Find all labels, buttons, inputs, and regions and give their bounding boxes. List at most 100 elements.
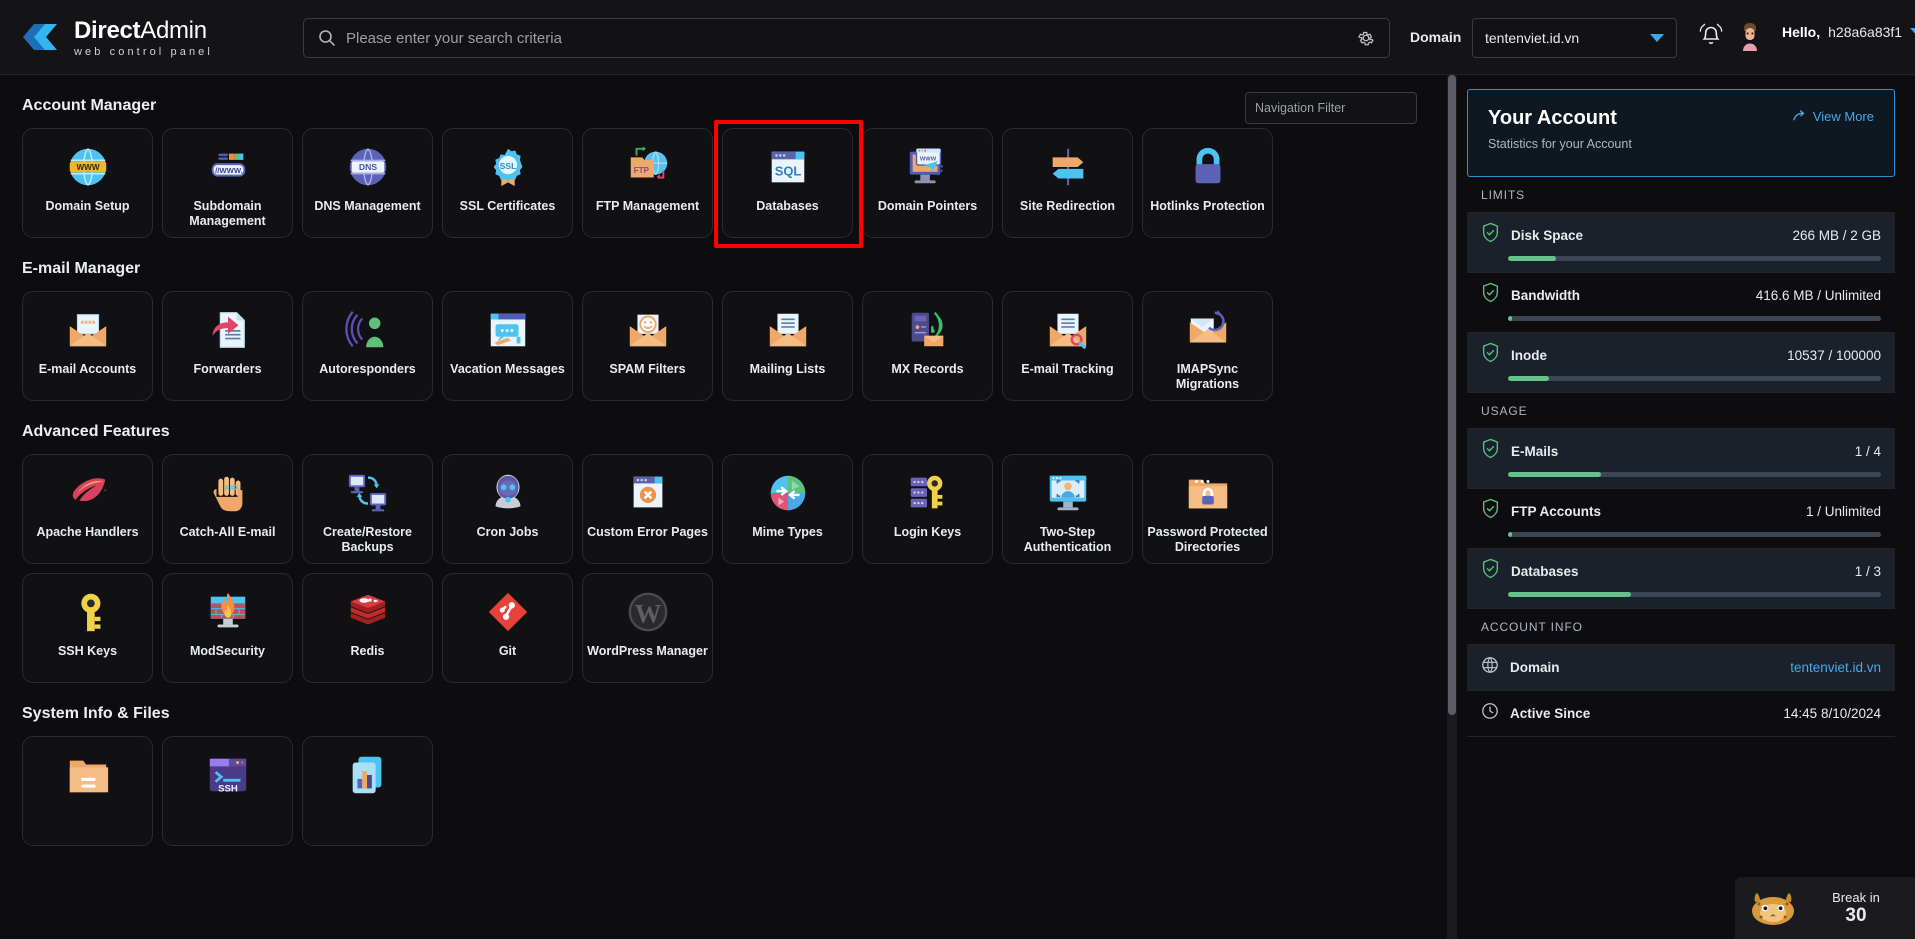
- navigation-filter[interactable]: [1245, 92, 1417, 124]
- app-card-password-protected-directories[interactable]: Password Protected Directories: [1142, 454, 1273, 564]
- brand-subtitle: web control panel: [74, 46, 213, 58]
- user-menu[interactable]: Hello, h28a6a83f1: [1782, 24, 1915, 40]
- app-card-ssl-certificates[interactable]: SSLSSL Certificates: [442, 128, 573, 238]
- app-card-e-mail-tracking[interactable]: E-mail Tracking: [1002, 291, 1133, 401]
- svg-text:DNS: DNS: [358, 162, 376, 172]
- page-body: Account Manager WWW Domain Setup //WWW.Subd…: [0, 75, 1915, 939]
- stat-label: Disk Space: [1511, 228, 1583, 243]
- app-card-site-redirection[interactable]: Site Redirection: [1002, 128, 1133, 238]
- two-monitors-sync-icon: [345, 470, 391, 516]
- envelope-search-icon: [1045, 307, 1091, 353]
- app-card-ftp-management[interactable]: FTP FTP Management: [582, 128, 713, 238]
- section-card-grid: Apache Handlers XXXCatch-All E-mail Create…: [22, 454, 1332, 683]
- app-card-git[interactable]: Git: [442, 573, 573, 683]
- main-scrollbar[interactable]: [1447, 75, 1457, 939]
- avatar[interactable]: [1735, 19, 1765, 51]
- app-card-label: Domain Setup: [41, 199, 133, 214]
- app-card-domain-pointers[interactable]: WWWDomain Pointers: [862, 128, 993, 238]
- chevron-down-icon: [1650, 34, 1664, 42]
- navigation-filter-input[interactable]: [1255, 101, 1407, 115]
- app-card-label: IMAPSync Migrations: [1143, 362, 1272, 392]
- stat-label: Databases: [1511, 564, 1579, 579]
- app-card-autoresponders[interactable]: Autoresponders: [302, 291, 433, 401]
- envelope-smiley-icon: [625, 307, 671, 353]
- app-card-ssh-keys[interactable]: SSH Keys: [22, 573, 153, 683]
- app-card-label: FTP Management: [592, 199, 703, 214]
- app-card-hotlinks-protection[interactable]: Hotlinks Protection: [1142, 128, 1273, 238]
- app-card-label: E-mail Accounts: [35, 362, 140, 377]
- globe-www-icon: WWW: [65, 144, 111, 190]
- app-card-modsecurity[interactable]: ModSecurity: [162, 573, 293, 683]
- app-card-wordpress-manager[interactable]: WWordPress Manager: [582, 573, 713, 683]
- app-card-create-restore-backups[interactable]: Create/Restore Backups: [302, 454, 433, 564]
- info-label: Active Since: [1510, 706, 1590, 721]
- app-card-e-mail-accounts[interactable]: **** E-mail Accounts: [22, 291, 153, 401]
- shield-check-icon: [1481, 222, 1500, 248]
- app-card-spam-filters[interactable]: SPAM Filters: [582, 291, 713, 401]
- app-card-cron-jobs[interactable]: Cron Jobs: [442, 454, 573, 564]
- view-more-button[interactable]: View More: [1792, 109, 1874, 124]
- scrollbar-thumb[interactable]: [1448, 75, 1456, 715]
- key-icon: [65, 589, 111, 635]
- app-card-subdomain-management[interactable]: //WWW.Subdomain Management: [162, 128, 293, 238]
- dns-globe-icon: DNS: [345, 144, 391, 190]
- brand-name-thin: Admin: [140, 17, 207, 44]
- account-sidebar: Your Account Statistics for your Account…: [1457, 75, 1915, 939]
- server-key-icon: [905, 470, 951, 516]
- stat-label: E-Mails: [1511, 444, 1558, 459]
- app-card-custom-error-pages[interactable]: Custom Error Pages: [582, 454, 713, 564]
- stat-label: Bandwidth: [1511, 288, 1580, 303]
- info-value: 14:45 8/10/2024: [1783, 706, 1881, 721]
- app-card-ssh-terminal-icon[interactable]: SSH: [162, 736, 293, 846]
- app-card-catch-all-e-mail[interactable]: XXXCatch-All E-mail: [162, 454, 293, 564]
- sections-container: Account Manager WWW Domain Setup //WWW.Subd…: [0, 97, 1447, 846]
- app-card-login-keys[interactable]: Login Keys: [862, 454, 993, 564]
- gear-icon[interactable]: [1357, 29, 1375, 47]
- app-card-domain-setup[interactable]: WWW Domain Setup: [22, 128, 153, 238]
- app-card-mime-types[interactable]: Mime Types: [722, 454, 853, 564]
- app-card-apache-handlers[interactable]: Apache Handlers: [22, 454, 153, 564]
- ftp-folder-icon: FTP: [625, 144, 671, 190]
- app-card-two-step-authentication[interactable]: Two-Step Authentication: [1002, 454, 1133, 564]
- global-search-bar[interactable]: [303, 18, 1390, 58]
- app-card-mailing-lists[interactable]: Mailing Lists: [722, 291, 853, 401]
- app-card-stats-file-icon[interactable]: [302, 736, 433, 846]
- app-card-label: DNS Management: [310, 199, 424, 214]
- greeting-prefix: Hello,: [1782, 24, 1820, 40]
- search-input[interactable]: [346, 30, 1357, 47]
- app-card-vacation-messages[interactable]: Vacation Messages: [442, 291, 573, 401]
- app-card-mx-records[interactable]: MX Records: [862, 291, 993, 401]
- brand-logo-area[interactable]: DirectAdmin web control panel: [20, 16, 290, 58]
- app-card-databases[interactable]: SQLDatabases: [722, 128, 853, 238]
- svg-text:****: ****: [80, 319, 95, 330]
- app-card-label: MX Records: [887, 362, 967, 377]
- break-label: Break in: [1809, 890, 1903, 905]
- domain-selector[interactable]: tentenviet.id.vn: [1472, 18, 1677, 58]
- app-card-label: Apache Handlers: [32, 525, 142, 540]
- app-card-label: Create/Restore Backups: [303, 525, 432, 555]
- folder-icon: [65, 752, 111, 798]
- info-value[interactable]: tentenviet.id.vn: [1790, 660, 1881, 675]
- break-reminder-widget[interactable]: Break in 30: [1735, 877, 1915, 939]
- monitor-face-scan-icon: [1045, 470, 1091, 516]
- app-card-imapsync-migrations[interactable]: IMAPSync Migrations: [1142, 291, 1273, 401]
- app-card-label: Mailing Lists: [746, 362, 830, 377]
- stat-value: 10537 / 100000: [1787, 348, 1881, 363]
- svg-text:XXX: XXX: [224, 484, 239, 492]
- envelope-password-icon: ****: [65, 307, 111, 353]
- section-title: Account Manager: [22, 97, 1447, 115]
- app-card-label: Databases: [752, 199, 823, 214]
- section-card-grid: SSH: [22, 736, 1332, 846]
- svg-text:W: W: [634, 599, 661, 629]
- feather-icon: [65, 470, 111, 516]
- stat-row-databases: Databases 1 / 3: [1467, 549, 1895, 609]
- ssh-terminal-icon: SSH: [205, 752, 251, 798]
- app-card-folder-icon[interactable]: [22, 736, 153, 846]
- monitor-www-icon: WWW: [905, 144, 951, 190]
- svg-text:FTP: FTP: [633, 166, 649, 175]
- app-card-dns-management[interactable]: DNS DNS Management: [302, 128, 433, 238]
- app-card-forwarders[interactable]: Forwarders: [162, 291, 293, 401]
- notification-bell-icon[interactable]: [1697, 21, 1725, 51]
- app-card-redis[interactable]: Redis: [302, 573, 433, 683]
- shield-check-icon: [1481, 498, 1500, 524]
